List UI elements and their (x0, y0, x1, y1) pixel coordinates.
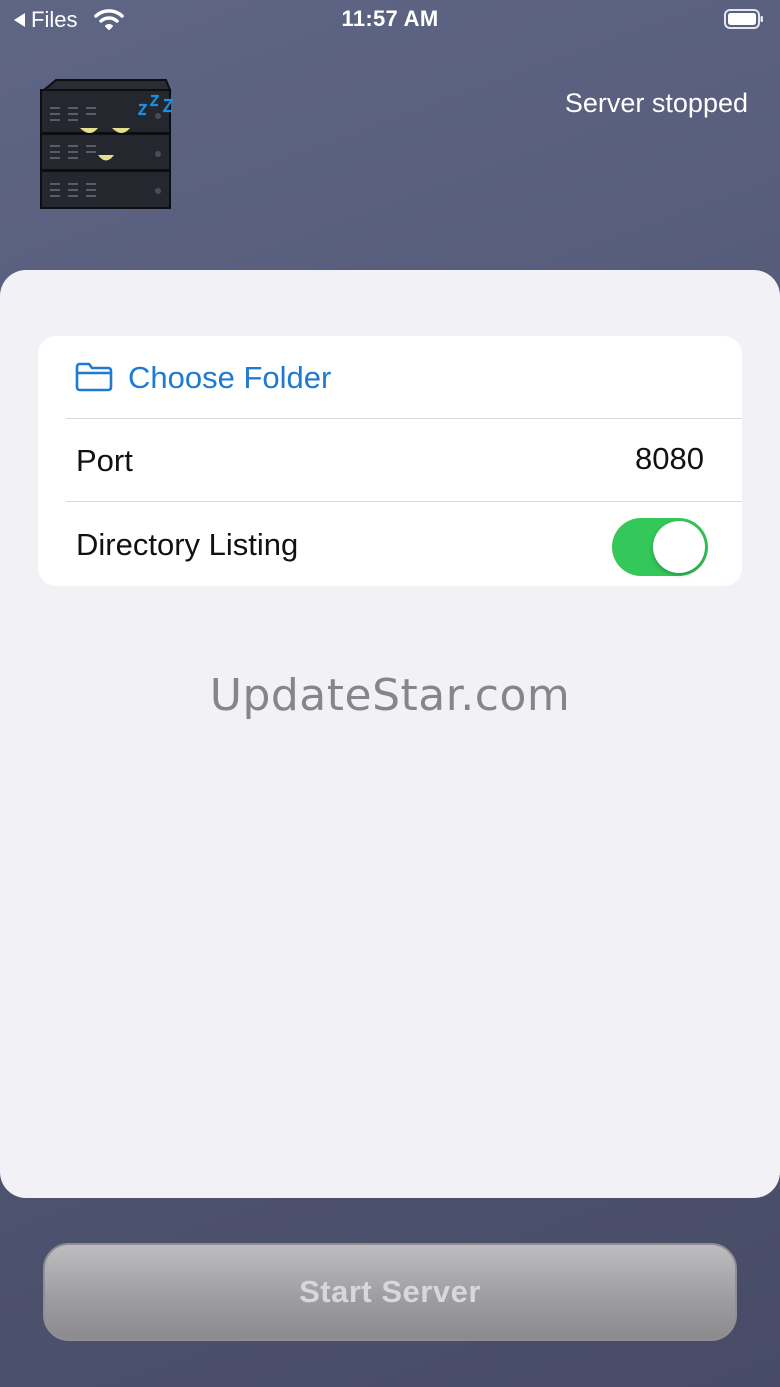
port-row: Port 8080 (38, 419, 742, 502)
watermark-text: UpdateStar.com (209, 670, 571, 721)
toggle-knob (653, 521, 705, 573)
choose-folder-row[interactable]: Choose Folder (38, 336, 742, 419)
directory-listing-label: Directory Listing (76, 527, 299, 562)
battery-icon (724, 9, 763, 29)
status-bar: Files 11:57 AM (0, 0, 780, 40)
start-server-label: Start Server (299, 1274, 481, 1309)
port-field[interactable]: 8080 (635, 441, 704, 477)
directory-listing-row: Directory Listing (38, 503, 742, 586)
sleeping-server-icon (40, 79, 174, 209)
folder-icon (75, 362, 113, 392)
settings-sheet: Choose Folder Port 8080 Directory Listin… (0, 270, 780, 1198)
port-label: Port (76, 443, 133, 478)
directory-listing-toggle[interactable] (612, 518, 708, 576)
status-time: 11:57 AM (341, 6, 439, 31)
choose-folder-button[interactable]: Choose Folder (128, 360, 331, 396)
server-status-label: Server stopped (564, 88, 748, 118)
divider (66, 501, 742, 502)
start-server-button[interactable]: Start Server (43, 1243, 737, 1341)
settings-card: Choose Folder Port 8080 Directory Listin… (38, 336, 742, 586)
